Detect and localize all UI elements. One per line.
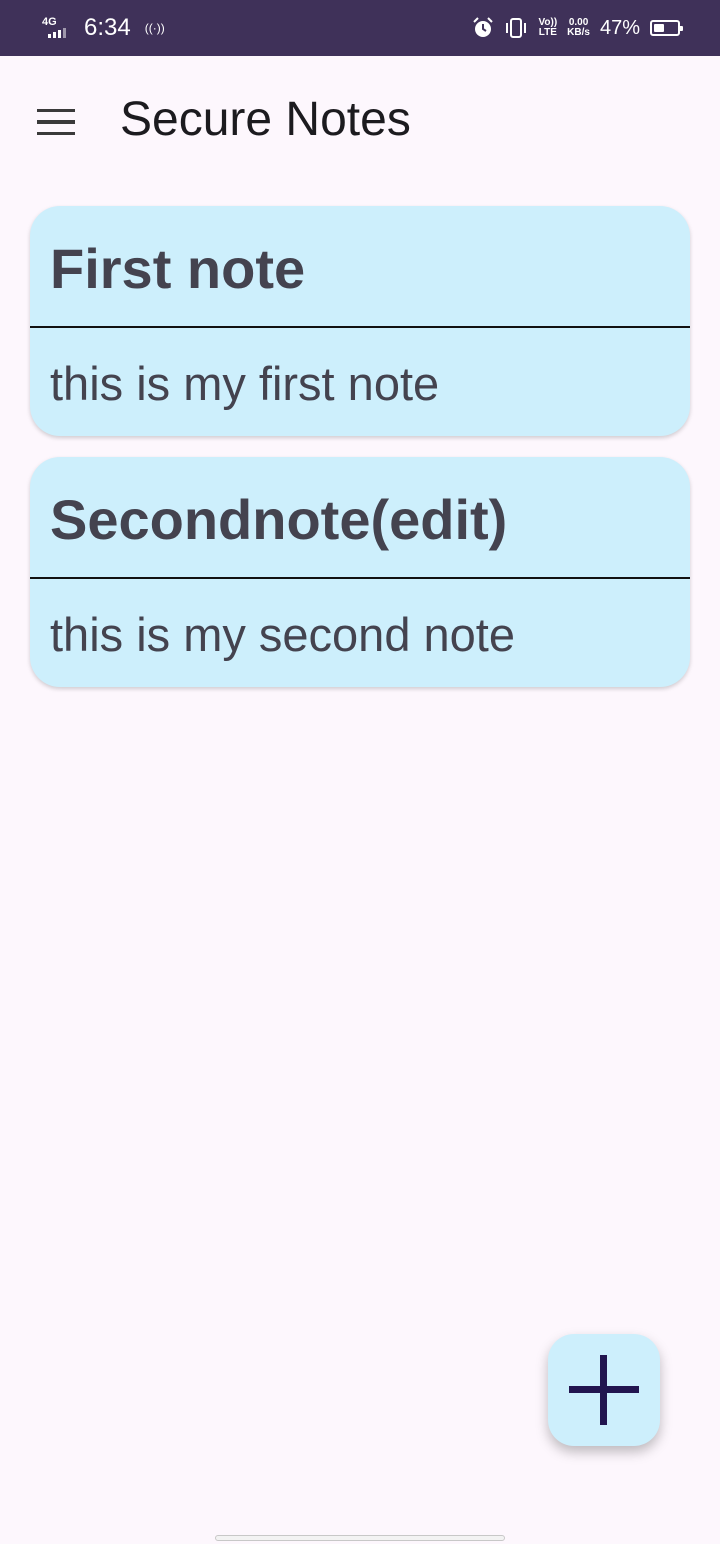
note-body: this is my second note bbox=[50, 608, 515, 661]
add-note-button[interactable] bbox=[548, 1334, 660, 1446]
note-title: Secondnote(edit) bbox=[50, 488, 508, 551]
home-indicator[interactable] bbox=[215, 1535, 505, 1541]
vibrate-icon bbox=[506, 18, 527, 38]
battery-percent: 47% bbox=[599, 16, 640, 39]
status-bar: 4G 6:34 ((·)) Vo)) LTE 0.00 KB/s 47% bbox=[0, 0, 720, 56]
note-card[interactable]: Secondnote(edit) this is my second note bbox=[30, 457, 690, 687]
network-speed: 0.00 KB/s bbox=[567, 17, 590, 38]
hotspot-icon: ((·)) bbox=[144, 21, 165, 35]
hamburger-menu-icon[interactable] bbox=[24, 90, 88, 154]
note-body: this is my first note bbox=[50, 357, 440, 410]
note-card[interactable]: First note this is my first note bbox=[30, 206, 690, 436]
battery-icon bbox=[650, 20, 683, 36]
app-bar: Secure Notes bbox=[0, 56, 720, 186]
volte-icon: Vo)) LTE bbox=[538, 17, 558, 38]
signal-icon: 4G bbox=[42, 16, 74, 40]
network-type: 4G bbox=[42, 16, 57, 28]
note-title: First note bbox=[50, 237, 306, 300]
page-title: Secure Notes bbox=[120, 93, 411, 146]
status-time: 6:34 bbox=[84, 14, 131, 41]
alarm-icon bbox=[473, 17, 494, 37]
divider bbox=[30, 577, 690, 579]
divider bbox=[30, 326, 690, 328]
